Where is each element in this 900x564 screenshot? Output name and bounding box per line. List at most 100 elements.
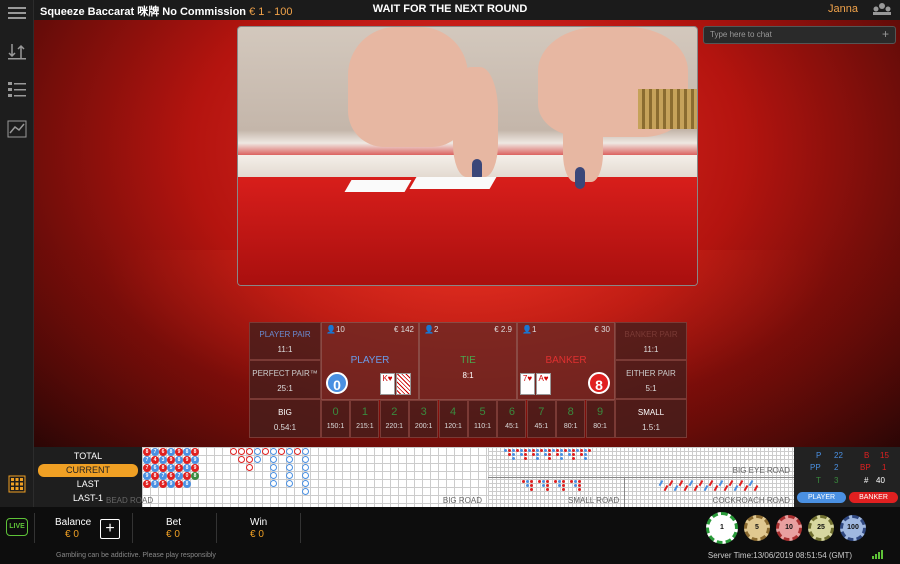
bet-sum-4[interactable]: 4 120:1 [438,400,468,438]
big-eye-mark [572,457,575,460]
bet-small[interactable]: SMALL 1.5:1 [615,399,687,438]
big-road-ring [270,472,277,479]
lobby-icon[interactable] [872,2,892,19]
count-p-value: 22 [834,451,843,460]
count-bp-value: 1 [882,463,887,472]
big-road-ring [238,448,245,455]
bet-label: Bet [166,517,182,528]
bead-dot: 7 [143,456,151,464]
bead-dot: 9 [183,456,191,464]
list-icon[interactable] [6,80,28,102]
tab-total[interactable]: TOTAL [38,450,138,463]
bet-sum-0[interactable]: 0 150:1 [321,400,350,438]
bet-sum-1[interactable]: 1 215:1 [350,400,380,438]
bead-dot: 8 [151,472,159,480]
sum-payout: 200:1 [414,423,433,430]
big-road-ring [302,448,309,455]
bet-player-pair[interactable]: PLAYER PAIR 11:1 [249,322,321,360]
chat-input[interactable]: Type here to chat + [703,26,896,44]
grid-icon[interactable] [8,475,26,493]
road-divider-v [624,477,625,507]
bead-dot: 5 [175,464,183,472]
add-funds-button[interactable]: + [100,519,120,539]
bet-sum-7[interactable]: 7 45:1 [526,400,556,438]
sum-payout: 220:1 [385,423,404,430]
bead-dot: 9 [143,472,151,480]
bet-sum-9[interactable]: 9 80:1 [585,400,615,438]
player-label: PLAYER [350,355,390,366]
banker-predict-button[interactable]: BANKER [849,492,898,503]
big-eye-mark [552,449,555,452]
big-road-ring [286,456,293,463]
bet-big[interactable]: BIG 0.54:1 [249,399,321,438]
chip-25[interactable]: 25 [808,515,834,541]
cockroach-road-mark [663,485,668,491]
bet-perfect-pair[interactable]: PERFECT PAIR™ 25:1 [249,360,321,399]
big-eye-mark [560,449,563,452]
banker-label: BANKER [545,355,587,366]
bet-sum-5[interactable]: 5 110:1 [468,400,497,438]
bead-dot: 9 [167,456,175,464]
chip-1[interactable]: 1 [706,512,738,544]
road-divider-h [488,477,794,478]
count-t-value: 3 [834,476,839,485]
chip-10[interactable]: 10 [776,515,802,541]
bet-banker-pair[interactable]: BANKER PAIR 11:1 [615,322,687,360]
live-icon[interactable]: LIVE [6,518,28,536]
bead-dot: 6 [159,448,167,456]
banker-count: 👤1 [522,325,536,334]
big-eye-mark [584,453,587,456]
big-eye-mark [556,453,559,456]
cockroach-road-mark [733,485,738,491]
big-eye-mark [556,449,559,452]
tie-payout: 8:1 [462,371,474,380]
banker-card-1: 7♥ [520,373,535,395]
tab-last[interactable]: LAST [38,478,138,491]
big-eye-mark [544,453,547,456]
big-road-ring [254,456,261,463]
bet-banker[interactable]: 👤1 € 30 BANKER 7♥ A♥ 8 [517,322,615,400]
bead-dot: 9 [191,456,199,464]
bead-dot: 8 [183,480,191,488]
either-pair-payout: 5:1 [645,384,657,393]
bet-either-pair[interactable]: EITHER PAIR 5:1 [615,360,687,399]
chat-add-button[interactable]: + [882,27,889,41]
bet-tie[interactable]: 👤2 € 2.9 TIE 8:1 [419,322,517,400]
big-eye-mark [568,453,571,456]
bet-player[interactable]: 👤10 € 142 PLAYER 0 K♥ [321,322,419,400]
small-road-mark [578,480,581,483]
sum-number: 5 [479,406,486,418]
cockroach-road-mark [688,480,693,486]
chip-100[interactable]: 100 [840,515,866,541]
chip-5[interactable]: 5 [744,515,770,541]
big-eye-mark [544,449,547,452]
big-eye-mark [540,449,543,452]
sum-number: 3 [420,406,427,418]
big-road-label: BIG ROAD [442,496,482,505]
sort-icon[interactable] [6,42,28,64]
chart-icon[interactable] [6,120,28,142]
face-down-card-2 [409,177,497,189]
bet-sum-2[interactable]: 2 220:1 [379,400,409,438]
tab-current[interactable]: CURRENT [38,464,138,477]
balance-label: Balance [55,517,92,528]
menu-icon[interactable] [6,4,28,26]
count-pp-label: PP [810,463,821,472]
small-road-mark [562,484,565,487]
player-score: 0 [326,372,348,394]
bet-sum-6[interactable]: 6 45:1 [497,400,527,438]
bet-sum-8[interactable]: 8 80:1 [556,400,586,438]
balance-value: € 0 [65,529,79,540]
count-p-label: P [816,451,822,460]
big-road-ring [254,448,261,455]
big-label: BIG [278,408,292,417]
player-predict-button[interactable]: PLAYER [797,492,846,503]
big-road-ring [294,448,301,455]
sum-number: 2 [391,406,398,418]
bet-sum-3[interactable]: 3 200:1 [409,400,439,438]
big-eye-mark [520,449,523,452]
sum-payout: 215:1 [356,423,374,430]
big-road-ring [246,464,253,471]
cockroach-road-mark [683,485,688,491]
big-road-ring [278,448,285,455]
